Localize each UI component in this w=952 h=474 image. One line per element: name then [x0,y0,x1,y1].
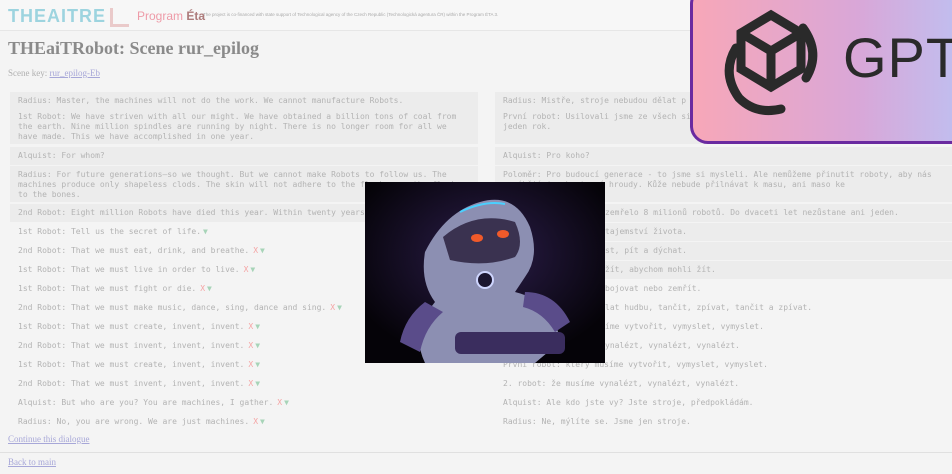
delete-line-icon[interactable]: X [253,246,258,255]
dialogue-text: Radius: No, you are wrong. We are just m… [18,417,265,426]
generate-line-icon[interactable]: ▼ [203,227,208,236]
dialogue-line-en: Radius: No, you are wrong. We are just m… [10,413,478,431]
dialogue-text: íme vytvořit, vymyslet, vymyslet. [605,322,764,331]
delete-line-icon[interactable]: X [200,284,205,293]
dialogue-text: žít, abychom mohli žít. [605,265,716,274]
dialogue-line-cs: Alquist: Ale kdo jste vy? Jste stroje, p… [495,394,952,412]
generate-line-icon[interactable]: ▼ [260,246,265,255]
generate-line-icon[interactable]: ▼ [207,284,212,293]
theaitre-logo[interactable]: THEAITRE [8,6,106,27]
dialogue-line-cs: Alquist: Pro koho? [495,147,952,165]
gpt-badge: GPT [690,0,952,144]
openai-logo-icon [724,9,818,116]
page-title: THEaiTRobot: Scene rur_epilog [8,38,259,58]
delete-line-icon[interactable]: X [253,417,258,426]
dialogue-text: Alquist: But who are you? You are machin… [18,398,289,407]
scene-key-label: Scene key: [8,68,48,78]
dialogue-text: lat hudbu, tančit, zpívat, tančit a zpív… [605,303,813,312]
scene-key: Scene key: rur_epilog-Eb [8,68,100,78]
dialogue-line-cs: 2. robot: že musíme vynalézt, vynalézt, … [495,375,952,393]
program-prefix: Program [137,9,184,23]
generate-line-icon[interactable]: ▼ [250,265,255,274]
delete-line-icon[interactable]: X [248,360,253,369]
delete-line-icon[interactable]: X [330,303,335,312]
dialogue-text: Alquist: For whom? [18,151,105,160]
dialogue-text: 2nd Robot: That we must invent, invent, … [18,379,261,388]
dialogue-text: st, pít a dýchat. [605,246,687,255]
generate-line-icon[interactable]: ▼ [255,341,260,350]
back-to-main-link[interactable]: Back to main [8,457,56,467]
dialogue-text: zemřelo 8 milionů robotů. Do dvaceti let… [605,208,899,217]
logo-mark-icon [110,8,129,27]
gpt-text: GPT [843,26,952,89]
generate-line-icon[interactable]: ▼ [255,322,260,331]
dialogue-text: ynalézt, vynalézt, vynalézt. [605,341,740,350]
delete-line-icon[interactable]: X [277,398,282,407]
robot-image [365,182,605,363]
dialogue-line-en: 2nd Robot: That we must invent, invent, … [10,375,478,393]
dialogue-text: bojovat nebo zemřít. [605,284,702,293]
dialogue-line-en: Alquist: But who are you? You are machin… [10,394,478,412]
dialogue-text: Radius: Master, the machines will not do… [18,96,404,105]
dialogue-text: tajemství života. [605,227,687,236]
dialogue-text: Alquist: Pro koho? [503,151,590,160]
generate-line-icon[interactable]: ▼ [260,417,265,426]
generate-line-icon[interactable]: ▼ [337,303,342,312]
delete-line-icon[interactable]: X [248,322,253,331]
dialogue-line-en: 1st Robot: We have striven with all our … [10,108,478,144]
funding-note: The project is co-financed with state su… [203,12,499,17]
robot-video[interactable] [365,182,605,363]
dialogue-line-cs: Radius: Ne, mýlíte se. Jsme jen stroje. [495,413,952,431]
generate-line-icon[interactable]: ▼ [284,398,289,407]
program-label: Program Éta [137,9,205,23]
dialogue-text: 1st Robot: We have striven with all our … [18,112,457,141]
dialogue-text: Alquist: Ale kdo jste vy? Jste stroje, p… [503,398,754,407]
generate-line-icon[interactable]: ▼ [255,379,260,388]
scene-key-link[interactable]: rur_epilog-Eb [49,68,99,78]
generate-line-icon[interactable]: ▼ [255,360,260,369]
delete-line-icon[interactable]: X [248,379,253,388]
continue-dialogue-link[interactable]: Continue this dialogue [8,434,90,444]
divider [0,452,952,453]
delete-line-icon[interactable]: X [248,341,253,350]
dialogue-line-en: Alquist: For whom? [10,147,478,165]
dialogue-text: Radius: Ne, mýlíte se. Jsme jen stroje. [503,417,691,426]
delete-line-icon[interactable]: X [244,265,249,274]
dialogue-text: 2. robot: že musíme vynalézt, vynalézt, … [503,379,740,388]
